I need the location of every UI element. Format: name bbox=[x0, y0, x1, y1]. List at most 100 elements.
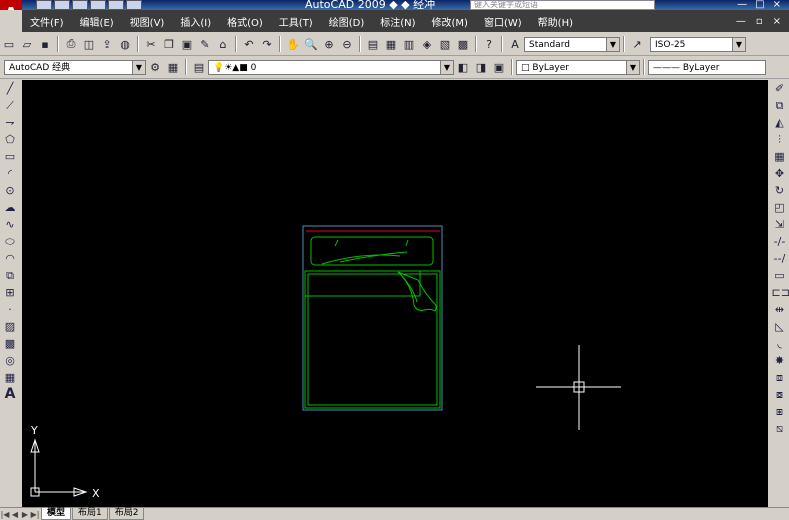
bed-frame-outline[interactable] bbox=[302, 225, 443, 411]
menu-help[interactable]: 帮助(H) bbox=[530, 14, 581, 29]
first-tab-icon[interactable]: |◀ bbox=[0, 510, 10, 519]
region-icon[interactable]: ◎ bbox=[2, 352, 18, 369]
tab-layout1[interactable]: 布局1 bbox=[72, 508, 108, 520]
layer-manager-icon[interactable]: ▤ bbox=[191, 59, 207, 75]
layer-state-manager-icon[interactable]: ▣ bbox=[491, 59, 507, 75]
rectangle-icon[interactable]: ▭ bbox=[2, 148, 18, 165]
zoom-realtime-icon[interactable]: 🔍 bbox=[303, 36, 319, 52]
pillow-outline[interactable] bbox=[310, 236, 434, 266]
menu-edit[interactable]: 编辑(E) bbox=[72, 14, 122, 29]
maximize-button[interactable]: □ bbox=[755, 0, 764, 10]
stretch-icon[interactable]: ⇲ bbox=[772, 216, 788, 233]
menu-insert[interactable]: 插入(I) bbox=[172, 14, 219, 29]
chevron-down-icon[interactable]: ▼ bbox=[440, 60, 453, 74]
3d-dwf-icon[interactable]: ◍ bbox=[117, 36, 133, 52]
properties-icon[interactable]: ▤ bbox=[365, 36, 381, 52]
spline-icon[interactable]: ∿ bbox=[2, 216, 18, 233]
join-icon[interactable]: ⇹ bbox=[772, 301, 788, 318]
match-properties-icon[interactable]: ✎ bbox=[197, 36, 213, 52]
table-icon[interactable]: ▦ bbox=[2, 369, 18, 386]
rotate-icon[interactable]: ↻ bbox=[772, 182, 788, 199]
ellipse-arc-icon[interactable]: ◠ bbox=[2, 250, 18, 267]
draworder-under-icon[interactable]: ⧅ bbox=[772, 420, 788, 437]
pillow-fold-line-2[interactable] bbox=[339, 251, 408, 263]
multiline-text-icon[interactable]: A bbox=[2, 386, 18, 403]
doc-close-button[interactable]: × bbox=[773, 16, 781, 27]
scale-icon[interactable]: ◰ bbox=[772, 199, 788, 216]
redo-icon[interactable]: ↷ bbox=[259, 36, 275, 52]
quick-save-icon[interactable] bbox=[72, 0, 88, 10]
workspace-settings-icon[interactable]: ⚙ bbox=[147, 59, 163, 75]
make-layer-current-icon[interactable]: ◧ bbox=[455, 59, 471, 75]
ellipse-icon[interactable]: ⬭ bbox=[2, 233, 18, 250]
quick-undo-icon[interactable] bbox=[108, 0, 124, 10]
undo-icon[interactable]: ↶ bbox=[241, 36, 257, 52]
doc-restore-button[interactable]: ▫ bbox=[756, 16, 763, 27]
layer-previous-icon[interactable]: ◨ bbox=[473, 59, 489, 75]
make-block-icon[interactable]: ⊞ bbox=[2, 284, 18, 301]
dim-style-icon[interactable]: ↗ bbox=[629, 36, 645, 52]
block-editor-icon[interactable]: ⌂ bbox=[215, 36, 231, 52]
text-style-icon[interactable]: A bbox=[507, 36, 523, 52]
pan-icon[interactable]: ✋ bbox=[285, 36, 301, 52]
array-icon[interactable]: ▦ bbox=[772, 148, 788, 165]
quick-new-icon[interactable] bbox=[36, 0, 52, 10]
tool-palettes-icon[interactable]: ▥ bbox=[401, 36, 417, 52]
break-icon[interactable]: ⊏⊐ bbox=[772, 284, 789, 301]
draworder-icon[interactable]: ⧈ bbox=[772, 369, 788, 386]
menu-dimension[interactable]: 标注(N) bbox=[372, 14, 423, 29]
mattress-inner-outline[interactable] bbox=[307, 273, 438, 406]
workspace-select[interactable]: AutoCAD 经典 ▼ bbox=[4, 59, 146, 75]
chevron-down-icon[interactable]: ▼ bbox=[606, 37, 619, 51]
quick-open-icon[interactable] bbox=[54, 0, 70, 10]
help-icon[interactable]: ? bbox=[481, 36, 497, 52]
menu-view[interactable]: 视图(V) bbox=[122, 14, 173, 29]
color-select[interactable]: □ ByLayer ▼ bbox=[516, 59, 640, 75]
insert-block-icon[interactable]: ⧉ bbox=[2, 267, 18, 284]
zoom-window-icon[interactable]: ⊕ bbox=[321, 36, 337, 52]
polygon-icon[interactable]: ⬠ bbox=[2, 131, 18, 148]
my-workspace-icon[interactable]: ▦ bbox=[165, 59, 181, 75]
chevron-down-icon[interactable]: ▼ bbox=[732, 37, 745, 51]
autocad-logo-icon[interactable]: A bbox=[0, 0, 22, 10]
print-preview-icon[interactable]: ◫ bbox=[81, 36, 97, 52]
menu-format[interactable]: 格式(O) bbox=[219, 14, 271, 29]
zoom-previous-icon[interactable]: ⊖ bbox=[339, 36, 355, 52]
quick-redo-icon[interactable] bbox=[126, 0, 142, 10]
last-tab-icon[interactable]: ▶| bbox=[30, 510, 40, 519]
menu-modify[interactable]: 修改(M) bbox=[424, 14, 476, 29]
hatch-icon[interactable]: ▨ bbox=[2, 318, 18, 335]
design-center-icon[interactable]: ▦ bbox=[383, 36, 399, 52]
explode-icon[interactable]: ✸ bbox=[772, 352, 788, 369]
copy-icon[interactable]: ❐ bbox=[161, 36, 177, 52]
pillow-crease-left[interactable] bbox=[334, 239, 339, 247]
arc-icon[interactable]: ◜ bbox=[2, 165, 18, 182]
revision-cloud-icon[interactable]: ☁ bbox=[2, 199, 18, 216]
chevron-down-icon[interactable]: ▼ bbox=[626, 60, 639, 74]
publish-icon[interactable]: ⇪ bbox=[99, 36, 115, 52]
draworder-back-icon[interactable]: ⧇ bbox=[772, 386, 788, 403]
text-style-select[interactable]: Standard ▼ bbox=[524, 36, 620, 52]
layer-select[interactable]: 💡☀▲■ 0 ▼ bbox=[208, 59, 454, 75]
pillow-fold-line[interactable] bbox=[321, 254, 401, 265]
chamfer-icon[interactable]: ◺ bbox=[772, 318, 788, 335]
open-file-icon[interactable]: ▱ bbox=[19, 36, 35, 52]
mirror-icon[interactable]: ◭ bbox=[772, 114, 788, 131]
calculator-icon[interactable]: ▩ bbox=[455, 36, 471, 52]
print-icon[interactable]: ⎙ bbox=[63, 36, 79, 52]
pillow-crease-right[interactable] bbox=[405, 239, 409, 247]
menu-file[interactable]: 文件(F) bbox=[22, 14, 72, 29]
cut-icon[interactable]: ✂ bbox=[143, 36, 159, 52]
menu-tools[interactable]: 工具(T) bbox=[271, 14, 321, 29]
draworder-above-icon[interactable]: ⧆ bbox=[772, 403, 788, 420]
point-icon[interactable]: · bbox=[2, 301, 18, 318]
dim-style-select[interactable]: ISO-25 ▼ bbox=[650, 36, 746, 52]
move-icon[interactable]: ✥ bbox=[772, 165, 788, 182]
copy-object-icon[interactable]: ⧉ bbox=[772, 97, 788, 114]
polyline-icon[interactable]: ⇁ bbox=[2, 114, 18, 131]
tab-model[interactable]: 模型 bbox=[41, 508, 72, 520]
line-icon[interactable]: ╱ bbox=[2, 80, 18, 97]
help-search-input[interactable]: 键入关键字或短语 bbox=[470, 0, 655, 10]
extend-icon[interactable]: --/ bbox=[772, 250, 788, 267]
break-at-point-icon[interactable]: ▭ bbox=[772, 267, 788, 284]
